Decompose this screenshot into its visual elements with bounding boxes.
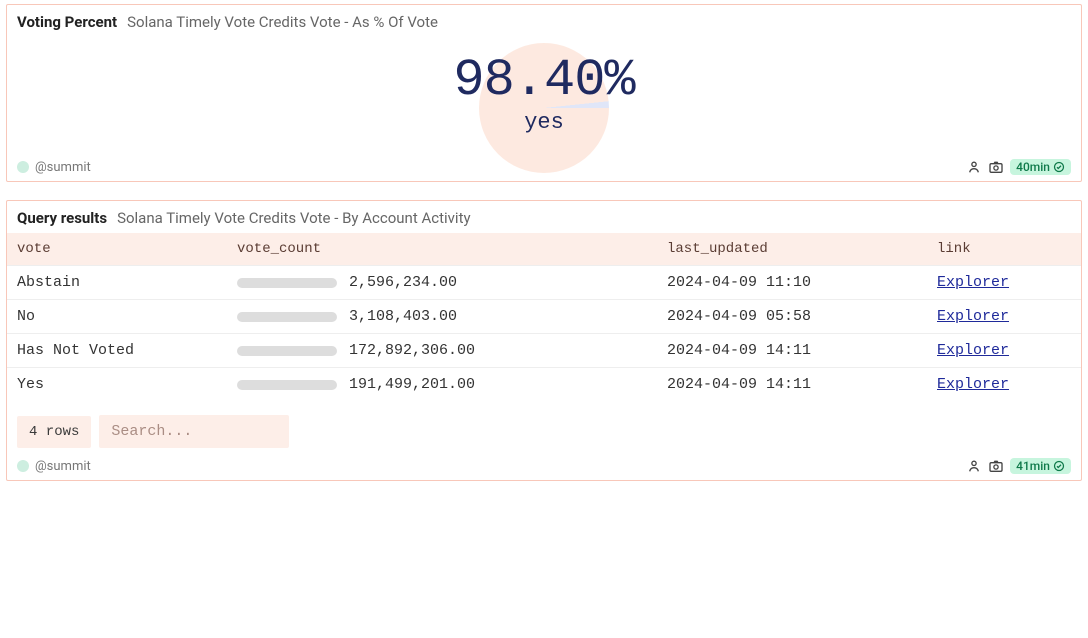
bar-track	[237, 380, 337, 390]
avatar[interactable]	[17, 460, 29, 472]
table-row: No 3,108,403.00 2024-04-09 05:58Explorer	[7, 299, 1081, 333]
cell-vote: No	[17, 308, 237, 325]
voting-percent-panel: Voting Percent Solana Timely Vote Credit…	[6, 4, 1082, 182]
panel-header: Query results Solana Timely Vote Credits…	[7, 201, 1081, 233]
explorer-link[interactable]: Explorer	[937, 308, 1009, 325]
panel-title: Query results	[17, 209, 107, 227]
age-text: 40min	[1016, 160, 1050, 174]
check-circle-icon	[1053, 460, 1065, 472]
table-row: Abstain 2,596,234.00 2024-04-09 11:10Explo…	[7, 265, 1081, 299]
big-number: 98.40% yes	[7, 37, 1081, 155]
camera-icon[interactable]	[988, 159, 1004, 175]
bar-track	[237, 278, 337, 288]
cell-vote: Abstain	[17, 274, 237, 291]
camera-icon[interactable]	[988, 458, 1004, 474]
cell-vote: Has Not Voted	[17, 342, 237, 359]
table-row: Has Not Voted 172,892,306.00 2024-04-09 14…	[7, 333, 1081, 367]
age-text: 41min	[1016, 459, 1050, 473]
cell-vote-count: 191,499,201.00	[237, 376, 667, 393]
table-controls: 4 rows	[7, 401, 1081, 454]
cell-link: Explorer	[937, 274, 1071, 291]
explorer-link[interactable]: Explorer	[937, 342, 1009, 359]
panel-subtitle: Solana Timely Vote Credits Vote - By Acc…	[117, 209, 471, 227]
bar-track	[237, 312, 337, 322]
panel-footer: @summit 41min	[7, 454, 1081, 480]
search-input[interactable]	[99, 415, 289, 448]
vote-count-value: 3,108,403.00	[349, 308, 457, 325]
cell-link: Explorer	[937, 308, 1071, 325]
panel-header: Voting Percent Solana Timely Vote Credit…	[7, 5, 1081, 37]
cell-vote: Yes	[17, 376, 237, 393]
age-badge[interactable]: 41min	[1010, 458, 1071, 474]
cell-vote-count: 2,596,234.00	[237, 274, 667, 291]
explorer-link[interactable]: Explorer	[937, 376, 1009, 393]
bar-track	[237, 346, 337, 356]
cell-last-updated: 2024-04-09 14:11	[667, 376, 937, 393]
col-vote[interactable]: vote	[17, 241, 237, 257]
cell-last-updated: 2024-04-09 11:10	[667, 274, 937, 291]
row-count-badge: 4 rows	[17, 416, 91, 448]
user-icon[interactable]	[966, 458, 982, 474]
col-vote-count[interactable]: vote_count	[237, 241, 667, 257]
big-number-value: 98.40%	[453, 51, 634, 110]
age-badge[interactable]: 40min	[1010, 159, 1071, 175]
big-number-label: yes	[524, 110, 564, 135]
panel-title: Voting Percent	[17, 13, 117, 31]
panel-subtitle: Solana Timely Vote Credits Vote - As % O…	[127, 13, 438, 31]
cell-last-updated: 2024-04-09 05:58	[667, 308, 937, 325]
explorer-link[interactable]: Explorer	[937, 274, 1009, 291]
cell-vote-count: 172,892,306.00	[237, 342, 667, 359]
col-last-updated[interactable]: last_updated	[667, 241, 937, 257]
table-header-row: vote vote_count last_updated link	[7, 233, 1081, 265]
col-link[interactable]: link	[937, 241, 1071, 257]
vote-count-value: 172,892,306.00	[349, 342, 475, 359]
check-circle-icon	[1053, 161, 1065, 173]
query-results-panel: Query results Solana Timely Vote Credits…	[6, 200, 1082, 481]
user-icon[interactable]	[966, 159, 982, 175]
vote-count-value: 2,596,234.00	[349, 274, 457, 291]
cell-link: Explorer	[937, 342, 1071, 359]
author-handle[interactable]: @summit	[35, 160, 91, 175]
vote-count-value: 191,499,201.00	[349, 376, 475, 393]
author-handle[interactable]: @summit	[35, 459, 91, 474]
avatar[interactable]	[17, 161, 29, 173]
cell-last-updated: 2024-04-09 14:11	[667, 342, 937, 359]
cell-vote-count: 3,108,403.00	[237, 308, 667, 325]
cell-link: Explorer	[937, 376, 1071, 393]
table-row: Yes 191,499,201.00 2024-04-09 14:11Explore…	[7, 367, 1081, 401]
